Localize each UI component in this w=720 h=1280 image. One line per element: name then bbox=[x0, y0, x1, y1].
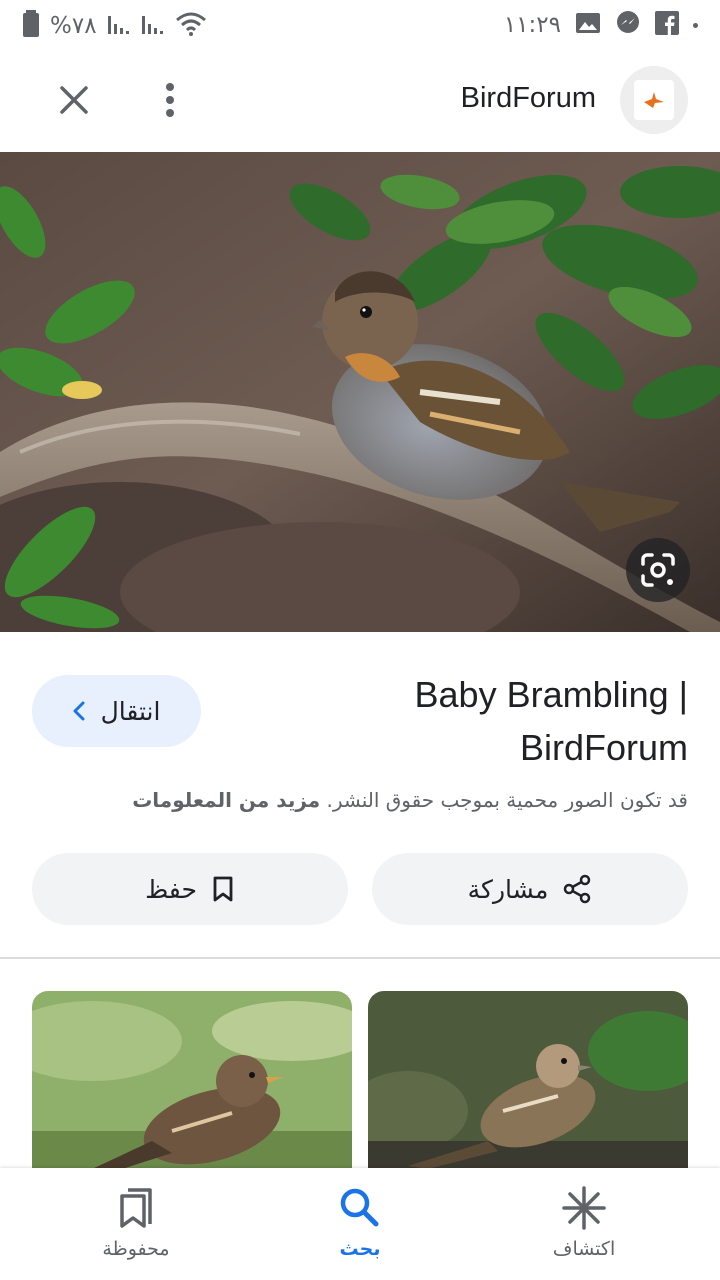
related-image[interactable] bbox=[368, 991, 688, 1171]
copyright-notice: قد تكون الصور محمية بموجب حقوق النشر. مز… bbox=[28, 788, 688, 812]
share-button[interactable]: مشاركة bbox=[372, 853, 688, 925]
related-bird-photo bbox=[368, 991, 688, 1171]
related-image[interactable] bbox=[32, 991, 352, 1171]
battery-percent: %٧٨ bbox=[50, 13, 97, 39]
battery-icon bbox=[22, 10, 40, 42]
visit-label: انتقال bbox=[100, 696, 161, 726]
related-bird-photo bbox=[32, 991, 352, 1171]
visit-button[interactable]: انتقال bbox=[32, 675, 201, 747]
nav-discover[interactable]: اكتشاف bbox=[504, 1168, 664, 1280]
facebook-icon bbox=[655, 11, 679, 39]
nav-saved[interactable]: محفوظة bbox=[56, 1168, 216, 1280]
signal-icon bbox=[141, 12, 165, 40]
lens-search-button[interactable] bbox=[626, 538, 690, 602]
section-divider bbox=[0, 957, 720, 959]
copyright-text: قد تكون الصور محمية بموجب حقوق النشر. bbox=[326, 788, 688, 812]
viewer-header: BirdForum bbox=[0, 52, 720, 148]
status-right: ١١:٢٩ bbox=[504, 10, 698, 40]
notification-dot bbox=[693, 22, 698, 28]
status-left: %٧٨ bbox=[22, 10, 207, 42]
result-title[interactable]: Baby Brambling | BirdForum bbox=[268, 668, 688, 774]
bottom-navigation: اكتشاف بحث محفوظة bbox=[0, 1168, 720, 1280]
site-favicon[interactable] bbox=[620, 66, 688, 134]
close-button[interactable] bbox=[52, 78, 96, 122]
nav-search-label: بحث bbox=[339, 1238, 381, 1260]
clock: ١١:٢٩ bbox=[503, 12, 561, 38]
bird-photo bbox=[0, 152, 720, 632]
status-bar: %٧٨ ١١:٢٩ bbox=[0, 0, 720, 50]
bird-logo-icon bbox=[634, 80, 674, 120]
bookmark-icon bbox=[213, 876, 233, 902]
share-icon bbox=[564, 874, 591, 904]
site-name[interactable]: BirdForum bbox=[461, 82, 596, 115]
learn-more-link[interactable]: مزيد من المعلومات bbox=[132, 788, 320, 812]
asterisk-icon bbox=[562, 1186, 606, 1230]
close-icon bbox=[60, 86, 88, 114]
chevron-left-icon bbox=[73, 701, 85, 721]
collections-bookmark-icon bbox=[120, 1188, 152, 1228]
google-lens-icon bbox=[641, 553, 675, 587]
save-button[interactable]: حفظ bbox=[32, 853, 348, 925]
wifi-icon bbox=[175, 11, 207, 41]
more-options-button[interactable] bbox=[150, 78, 190, 122]
signal-icon bbox=[107, 12, 131, 40]
nav-search[interactable]: بحث bbox=[280, 1168, 440, 1280]
nav-discover-label: اكتشاف bbox=[552, 1238, 616, 1260]
search-icon bbox=[340, 1188, 379, 1227]
messenger-icon bbox=[615, 10, 641, 40]
gallery-icon bbox=[575, 11, 601, 39]
main-image[interactable] bbox=[0, 152, 720, 632]
save-label: حفظ bbox=[145, 874, 197, 904]
nav-saved-label: محفوظة bbox=[102, 1238, 170, 1260]
share-label: مشاركة bbox=[467, 874, 549, 904]
more-vert-icon bbox=[166, 83, 174, 117]
